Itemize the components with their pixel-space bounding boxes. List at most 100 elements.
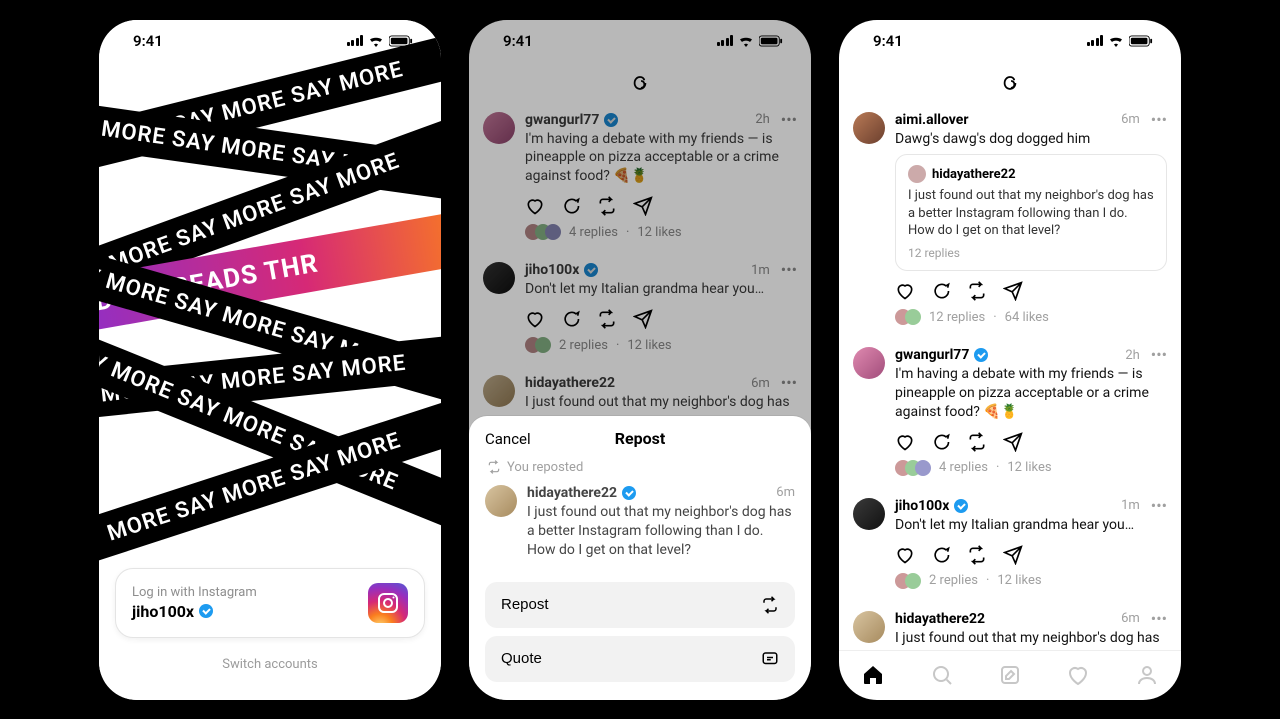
post-body: Don't let my Italian grandma hear you… [895,516,1167,535]
comment-icon[interactable] [931,432,951,452]
post[interactable]: jiho100x 1m ••• Don't let my Italian gra… [853,488,1167,601]
comment-icon[interactable] [931,281,951,301]
timestamp: 6m [1121,112,1140,127]
login-with-instagram-card[interactable]: Log in with Instagram jiho100x [115,568,425,638]
username[interactable]: hidayathere22 [895,611,985,627]
replies-count[interactable]: 12 replies [908,246,1154,260]
more-icon[interactable]: ••• [1151,611,1167,627]
wifi-icon [1108,35,1124,47]
timestamp: 6m [776,485,795,500]
feed[interactable]: aimi.allover 6m ••• Dawg's dawg's dog do… [839,102,1181,650]
switch-accounts-link[interactable]: Switch accounts [99,657,441,672]
status-time: 9:41 [133,32,163,50]
status-icons [1087,35,1154,47]
post[interactable]: gwangurl77 2h ••• I'm having a debate wi… [853,337,1167,488]
avatar[interactable] [853,611,885,643]
login-subtitle: Log in with Instagram [132,585,257,600]
repost-button[interactable]: Repost [485,582,795,628]
like-icon[interactable] [895,545,915,565]
tab-activity-icon[interactable] [1066,663,1090,687]
tab-profile-icon[interactable] [1135,663,1159,687]
status-icons [717,35,784,47]
quote-card[interactable]: hidayathere22 I just found out that my n… [895,154,1167,271]
like-icon[interactable] [895,281,915,301]
more-icon[interactable]: ••• [1151,498,1167,514]
tab-search-icon[interactable] [930,663,954,687]
username[interactable]: hidayathere22 [527,485,617,501]
post[interactable]: aimi.allover 6m ••• Dawg's dawg's dog do… [853,102,1167,338]
quote-icon [761,650,779,668]
repost-icon [487,460,501,474]
phone-feed: 9:41 aimi.allover 6m ••• Dawg's dawg's d… [839,20,1181,700]
tab-compose-icon[interactable] [998,663,1022,687]
battery-icon [1129,35,1153,47]
avatar[interactable] [853,498,885,530]
likes-count[interactable]: 64 likes [1005,310,1049,325]
status-time: 9:41 [873,32,903,50]
repost-icon[interactable] [967,432,987,452]
post-body: I just found out that my neighbor's dog … [527,503,795,560]
repost-icon [761,596,779,614]
more-icon[interactable]: ••• [1151,112,1167,128]
status-bar: 9:41 [99,20,441,62]
comment-icon[interactable] [931,545,951,565]
replies-count[interactable]: 12 replies [929,310,985,325]
verified-badge-icon [199,604,213,618]
repost-icon[interactable] [967,281,987,301]
share-icon[interactable] [1003,281,1023,301]
more-icon[interactable]: ••• [1151,347,1167,363]
quote-button[interactable]: Quote [485,636,795,682]
threads-logo-icon [839,62,1181,102]
signal-icon [1087,35,1104,46]
likes-count[interactable]: 12 likes [1007,460,1051,475]
timestamp: 2h [1125,348,1139,363]
avatar[interactable] [485,485,517,517]
instagram-logo-icon [368,583,408,623]
verified-badge-icon [974,348,988,362]
status-bar: 9:41 [469,20,811,62]
verified-badge-icon [622,486,636,500]
username[interactable]: gwangurl77 [895,347,969,363]
wifi-icon [368,35,384,47]
post-body: I'm having a debate with my friends — is… [895,365,1167,422]
reposted-post: hidayathere22 6m I just found out that m… [485,481,795,574]
status-bar: 9:41 [839,20,1181,62]
username[interactable]: aimi.allover [895,112,968,128]
wifi-icon [738,35,754,47]
repliers-avatars [895,309,921,325]
phone-repost-sheet: 9:41 gwangurl77 2h ••• I'm having a deba [469,20,811,700]
repliers-avatars [895,460,931,476]
share-icon[interactable] [1003,432,1023,452]
repost-sheet: Cancel Repost You reposted hidayathere22… [469,416,811,700]
likes-count[interactable]: 12 likes [997,573,1041,588]
replies-count[interactable]: 2 replies [929,573,978,588]
share-icon[interactable] [1003,545,1023,565]
login-username-row: jiho100x [132,602,257,621]
tab-home-icon[interactable] [861,663,885,687]
status-icons [347,35,414,47]
quote-body: I just found out that my neighbor's dog … [908,187,1154,240]
avatar[interactable] [853,112,885,144]
signal-icon [347,35,364,46]
replies-count[interactable]: 4 replies [939,460,988,475]
phone-login: SAY MORE SAY MORE SAY MORE SAY MORE SAY … [99,20,441,700]
you-reposted-label: You reposted [487,460,795,475]
battery-icon [389,35,413,47]
timestamp: 6m [1121,611,1140,626]
verified-badge-icon [954,499,968,513]
repliers-avatars [895,573,921,589]
post-body: Dawg's dawg's dog dogged him [895,130,1167,149]
username[interactable]: jiho100x [895,498,949,514]
like-icon[interactable] [895,432,915,452]
status-time: 9:41 [503,32,533,50]
sheet-title: Repost [469,429,811,448]
post-body: I just found out that my neighbor's dog … [895,629,1167,650]
timestamp: 1m [1121,498,1140,513]
username[interactable]: hidayathere22 [932,167,1016,182]
repost-icon[interactable] [967,545,987,565]
signal-icon [717,35,734,46]
post[interactable]: hidayathere22 6m ••• I just found out th… [853,601,1167,650]
tab-bar [839,650,1181,700]
avatar[interactable] [853,347,885,379]
avatar [908,165,926,183]
